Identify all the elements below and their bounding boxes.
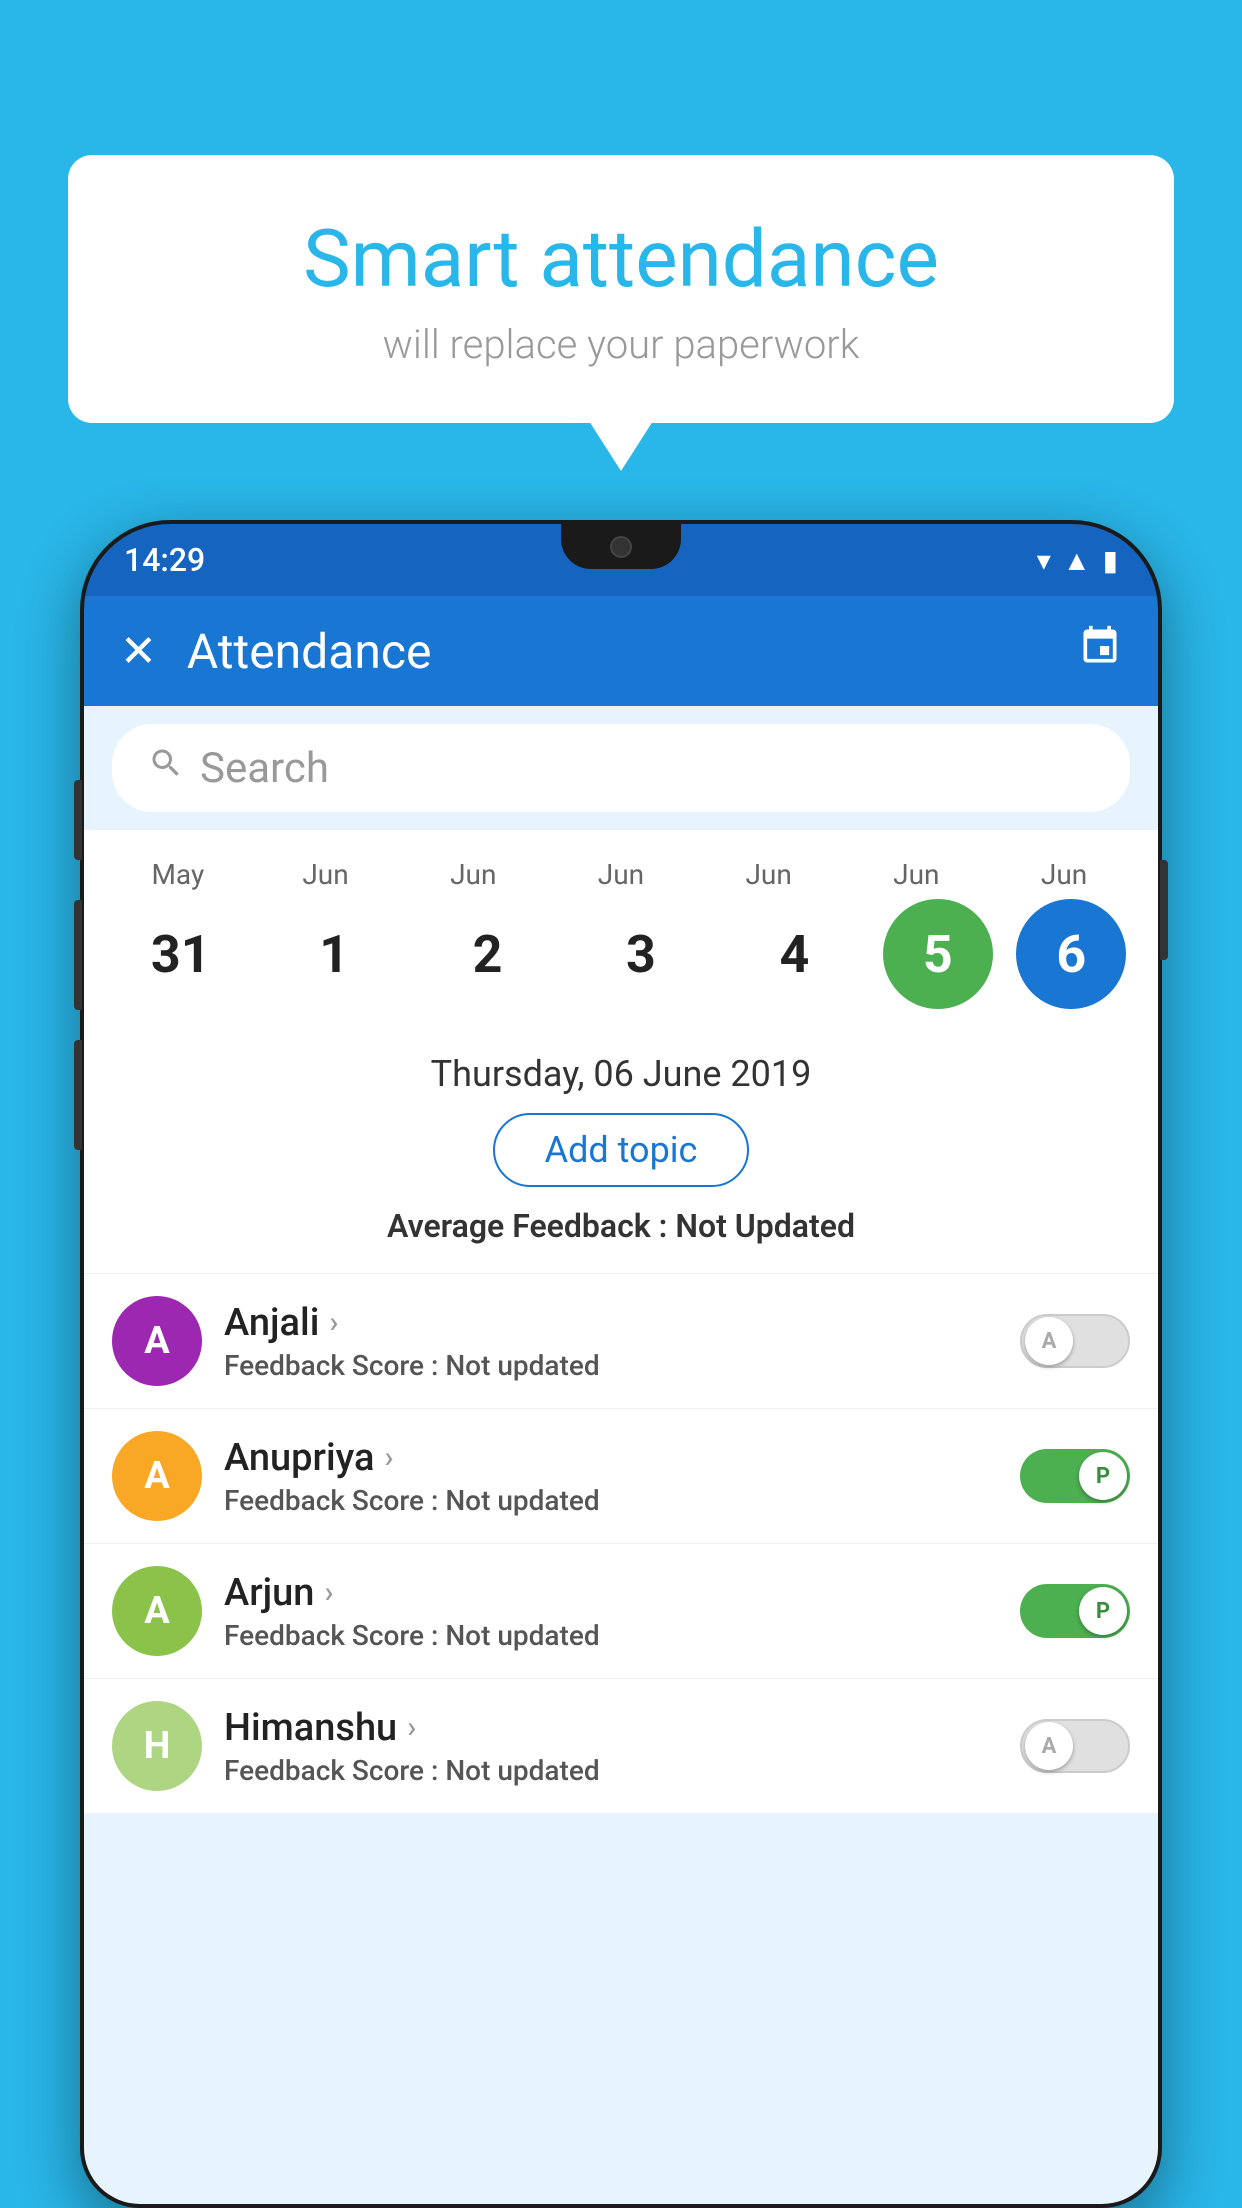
- bubble-subtitle: will replace your paperwork: [118, 321, 1124, 368]
- calendar-month-0: May: [113, 858, 243, 891]
- student-name-2: Arjun ›: [224, 1571, 998, 1615]
- student-item-1[interactable]: A Anupriya › Feedback Score : Not update…: [84, 1408, 1158, 1543]
- bubble-title: Smart attendance: [118, 215, 1124, 303]
- calendar-month-6: Jun: [999, 858, 1129, 891]
- calendar-months-row: May Jun Jun Jun Jun Jun Jun: [104, 858, 1138, 891]
- attendance-toggle-0[interactable]: A: [1020, 1314, 1130, 1368]
- student-name-3: Himanshu ›: [224, 1706, 998, 1750]
- speech-bubble: Smart attendance will replace your paper…: [68, 155, 1174, 423]
- avg-feedback-label: Average Feedback :: [387, 1207, 675, 1245]
- calendar-day-2[interactable]: 2: [423, 899, 553, 1009]
- calendar-day-3[interactable]: 3: [576, 899, 706, 1009]
- calendar-month-2: Jun: [408, 858, 538, 891]
- search-input[interactable]: Search: [200, 744, 1094, 793]
- attendance-toggle-2[interactable]: P: [1020, 1584, 1130, 1638]
- status-icons: ▾ ▲ ▮: [1037, 544, 1118, 577]
- calendar-day-5[interactable]: 5: [883, 899, 993, 1009]
- student-list: A Anjali › Feedback Score : Not updated …: [84, 1273, 1158, 1813]
- chevron-icon-3: ›: [407, 1710, 416, 1745]
- student-feedback-3: Feedback Score : Not updated: [224, 1754, 998, 1787]
- student-name-1: Anupriya ›: [224, 1436, 998, 1480]
- selected-date: Thursday, 06 June 2019: [104, 1053, 1138, 1095]
- side-button-right: [1160, 860, 1168, 960]
- calendar-month-5: Jun: [851, 858, 981, 891]
- add-topic-button[interactable]: Add topic: [493, 1113, 750, 1187]
- calendar-day-4[interactable]: 4: [729, 899, 859, 1009]
- avatar-2: A: [112, 1566, 202, 1656]
- app-bar: ✕ Attendance: [84, 596, 1158, 706]
- student-feedback-0: Feedback Score : Not updated: [224, 1349, 998, 1382]
- toggle-knob-0: A: [1025, 1317, 1073, 1365]
- student-feedback-2: Feedback Score : Not updated: [224, 1619, 998, 1652]
- calendar-month-3: Jun: [556, 858, 686, 891]
- student-name-0: Anjali ›: [224, 1301, 998, 1345]
- calendar-icon[interactable]: [1078, 624, 1122, 678]
- avatar-0: A: [112, 1296, 202, 1386]
- screen-content: Search May Jun Jun Jun Jun Jun Jun 31123456 Th…: [84, 706, 1158, 2204]
- toggle-knob-1: P: [1079, 1452, 1127, 1500]
- notch: [561, 524, 681, 569]
- wifi-icon: ▾: [1037, 544, 1051, 577]
- side-button-left-2: [74, 900, 82, 1010]
- calendar-month-4: Jun: [704, 858, 834, 891]
- student-info-0: Anjali › Feedback Score : Not updated: [224, 1301, 998, 1382]
- toggle-knob-3: A: [1025, 1722, 1073, 1770]
- attendance-toggle-3[interactable]: A: [1020, 1719, 1130, 1773]
- student-info-3: Himanshu › Feedback Score : Not updated: [224, 1706, 998, 1787]
- calendar-day-0[interactable]: 31: [116, 899, 246, 1009]
- search-bar[interactable]: Search: [112, 724, 1130, 812]
- calendar-section: May Jun Jun Jun Jun Jun Jun 31123456: [84, 830, 1158, 1029]
- student-info-1: Anupriya › Feedback Score : Not updated: [224, 1436, 998, 1517]
- attendance-toggle-1[interactable]: P: [1020, 1449, 1130, 1503]
- chevron-icon-0: ›: [329, 1305, 338, 1340]
- side-button-left-1: [74, 780, 82, 860]
- calendar-month-1: Jun: [261, 858, 391, 891]
- student-feedback-1: Feedback Score : Not updated: [224, 1484, 998, 1517]
- avatar-1: A: [112, 1431, 202, 1521]
- search-container: Search: [84, 706, 1158, 830]
- date-info-section: Thursday, 06 June 2019 Add topic Average…: [84, 1029, 1158, 1273]
- phone-frame: 14:29 ▾ ▲ ▮ ✕ Attendance: [80, 520, 1162, 2208]
- calendar-day-1[interactable]: 1: [269, 899, 399, 1009]
- student-item-2[interactable]: A Arjun › Feedback Score : Not updated P: [84, 1543, 1158, 1678]
- speech-bubble-container: Smart attendance will replace your paper…: [68, 155, 1174, 423]
- calendar-dates-row: 31123456: [104, 899, 1138, 1009]
- calendar-day-6[interactable]: 6: [1016, 899, 1126, 1009]
- student-item-3[interactable]: H Himanshu › Feedback Score : Not update…: [84, 1678, 1158, 1813]
- phone-screen: 14:29 ▾ ▲ ▮ ✕ Attendance: [84, 524, 1158, 2204]
- front-camera: [610, 536, 632, 558]
- status-time: 14:29: [124, 541, 205, 579]
- battery-icon: ▮: [1103, 544, 1118, 577]
- avg-feedback-value: Not Updated: [675, 1207, 855, 1245]
- signal-icon: ▲: [1063, 544, 1091, 577]
- chevron-icon-1: ›: [384, 1440, 393, 1475]
- avatar-3: H: [112, 1701, 202, 1791]
- side-button-left-3: [74, 1040, 82, 1150]
- avg-feedback: Average Feedback : Not Updated: [104, 1207, 1138, 1257]
- chevron-icon-2: ›: [324, 1575, 333, 1610]
- app-bar-title: Attendance: [187, 623, 1048, 680]
- student-info-2: Arjun › Feedback Score : Not updated: [224, 1571, 998, 1652]
- search-icon: [148, 745, 184, 791]
- student-item-0[interactable]: A Anjali › Feedback Score : Not updated …: [84, 1273, 1158, 1408]
- close-button[interactable]: ✕: [120, 625, 157, 677]
- toggle-knob-2: P: [1079, 1587, 1127, 1635]
- status-bar: 14:29 ▾ ▲ ▮: [84, 524, 1158, 596]
